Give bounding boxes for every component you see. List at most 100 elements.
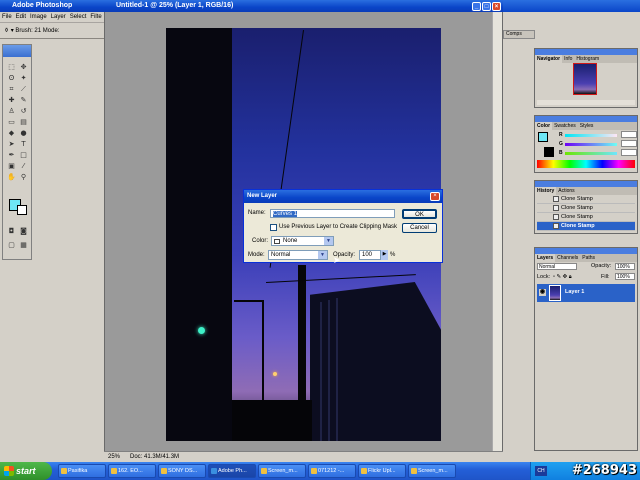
magic-wand-tool-icon[interactable]: ✦ bbox=[19, 74, 28, 83]
vertical-scrollbar[interactable] bbox=[492, 12, 502, 451]
path-selection-tool-icon[interactable]: ➤ bbox=[7, 140, 16, 149]
ok-button[interactable]: OK bbox=[402, 209, 437, 219]
screen-mode-icon[interactable]: ▢ bbox=[7, 241, 16, 250]
blend-mode-select[interactable]: Normal bbox=[537, 263, 577, 270]
lock-icons[interactable]: ▫ ✎ ✥ 🔒︎ bbox=[553, 274, 572, 281]
navigator-thumbnail[interactable] bbox=[573, 63, 597, 95]
slider-b[interactable]: B bbox=[559, 149, 637, 157]
document-title-bar[interactable]: Untitled-1 @ 25% (Layer 1, RGB/16) _ □ × bbox=[104, 0, 503, 12]
tab-paths[interactable]: Paths bbox=[580, 254, 597, 262]
tab-styles[interactable]: Styles bbox=[578, 122, 596, 130]
toolbox-header[interactable] bbox=[3, 45, 31, 57]
taskbar-item[interactable]: Flickr Upl... bbox=[358, 464, 406, 478]
menu-filter[interactable]: Filte bbox=[88, 12, 103, 23]
color-spectrum-bar[interactable] bbox=[537, 160, 635, 168]
menu-file[interactable]: File bbox=[0, 12, 14, 23]
dodge-tool-icon[interactable]: ● bbox=[19, 129, 28, 138]
tab-color[interactable]: Color bbox=[535, 122, 553, 130]
taskbar-item[interactable]: 162. EO... bbox=[108, 464, 156, 478]
tab-layers[interactable]: Layers bbox=[535, 254, 556, 262]
pen-tool-icon[interactable]: ✒ bbox=[7, 151, 16, 160]
slider-g[interactable]: G bbox=[559, 140, 637, 148]
menu-select[interactable]: Select bbox=[68, 12, 89, 23]
notes-tool-icon[interactable]: ▣ bbox=[7, 162, 16, 171]
eye-icon[interactable]: ◉ bbox=[539, 289, 546, 296]
taskbar-item[interactable]: Screen_m... bbox=[408, 464, 456, 478]
tab-channels[interactable]: Channels bbox=[555, 254, 580, 262]
taskbar-item[interactable]: 071212 -... bbox=[308, 464, 356, 478]
history-item[interactable]: Clone Stamp bbox=[537, 204, 635, 213]
slider-r-value[interactable] bbox=[621, 131, 637, 138]
color-panel-background-swatch[interactable] bbox=[544, 147, 554, 157]
slider-r-track[interactable] bbox=[565, 134, 617, 137]
slider-g-track[interactable] bbox=[565, 143, 617, 146]
eyedropper-tool-icon[interactable]: ⁄ bbox=[19, 162, 28, 171]
tab-navigator[interactable]: Navigator bbox=[535, 55, 563, 63]
mode-select[interactable]: Normal ▼ bbox=[268, 250, 328, 260]
taskbar-item-active[interactable]: Adobe Ph... bbox=[208, 464, 256, 478]
opacity-input[interactable]: 100 bbox=[359, 250, 381, 260]
healing-brush-tool-icon[interactable]: ✚ bbox=[7, 96, 16, 105]
menu-image[interactable]: Image bbox=[28, 12, 49, 23]
clone-stamp-tool-icon[interactable]: ⚱ ▾ bbox=[4, 28, 14, 34]
eraser-tool-icon[interactable]: ▭ bbox=[7, 118, 16, 127]
maximize-icon[interactable]: □ bbox=[482, 2, 491, 11]
quick-mask-icon[interactable]: ◘ bbox=[7, 227, 16, 236]
history-item[interactable]: Clone Stamp bbox=[537, 213, 635, 222]
taskbar-item[interactable]: Screen_m... bbox=[258, 464, 306, 478]
tab-info[interactable]: Info bbox=[562, 55, 574, 63]
background-color-swatch[interactable] bbox=[17, 205, 27, 215]
zoom-tool-icon[interactable]: ⚲ bbox=[19, 173, 28, 182]
blur-tool-icon[interactable]: ◆ bbox=[7, 129, 16, 138]
full-screen-mode-icon[interactable]: ▦ bbox=[19, 241, 28, 250]
minimize-icon[interactable]: _ bbox=[472, 2, 481, 11]
color-panel-foreground-swatch[interactable] bbox=[538, 132, 548, 142]
slice-tool-icon[interactable]: ⟋ bbox=[19, 85, 28, 94]
history-item[interactable]: Clone Stamp bbox=[537, 195, 635, 204]
tab-histogram[interactable]: Histogram bbox=[574, 55, 601, 63]
close-icon[interactable]: × bbox=[492, 2, 501, 11]
move-tool-icon[interactable]: ✥ bbox=[19, 63, 28, 72]
navigator-zoom-slider[interactable] bbox=[537, 100, 635, 105]
start-button[interactable]: start bbox=[0, 462, 52, 480]
standard-mode-icon[interactable]: ◙ bbox=[19, 227, 28, 236]
language-indicator[interactable]: CH bbox=[535, 466, 547, 476]
tab-history[interactable]: History bbox=[535, 187, 557, 195]
tab-actions[interactable]: Actions bbox=[556, 187, 576, 195]
fill-input[interactable]: 100% bbox=[615, 273, 635, 280]
tab-swatches[interactable]: Swatches bbox=[552, 122, 578, 130]
layers-opacity-input[interactable]: 100% bbox=[615, 263, 635, 270]
shape-tool-icon[interactable]: □ bbox=[19, 151, 28, 160]
brush-size[interactable]: 21 bbox=[34, 28, 41, 34]
hand-tool-icon[interactable]: ✋ bbox=[7, 173, 16, 182]
cancel-button[interactable]: Cancel bbox=[402, 223, 437, 233]
color-select[interactable]: None ▼ bbox=[271, 236, 334, 246]
menu-edit[interactable]: Edit bbox=[14, 12, 28, 23]
menu-layer[interactable]: Layer bbox=[49, 12, 68, 23]
layer-row-selected[interactable]: ◉ Layer 1 bbox=[537, 284, 635, 302]
marquee-tool-icon[interactable]: ⬚ bbox=[7, 63, 16, 72]
history-brush-icon[interactable]: ↺ bbox=[19, 107, 28, 116]
taskbar-item[interactable]: SONY DS... bbox=[158, 464, 206, 478]
brush-tool-icon[interactable]: ✎ bbox=[19, 96, 28, 105]
slider-r[interactable]: R bbox=[559, 131, 637, 139]
fill-label: Fill: bbox=[601, 274, 610, 280]
taskbar-item[interactable]: Pasifika bbox=[58, 464, 106, 478]
opacity-dropdown-icon[interactable]: ▶ bbox=[381, 250, 388, 260]
zoom-readout[interactable]: 25% bbox=[108, 452, 130, 462]
dialog-close-icon[interactable]: × bbox=[430, 192, 440, 201]
navigator-panel: Navigator Info Histogram bbox=[534, 48, 638, 108]
slider-b-value[interactable] bbox=[621, 149, 637, 156]
clipping-mask-checkbox[interactable] bbox=[270, 224, 277, 231]
crop-tool-icon[interactable]: ⌗ bbox=[7, 85, 16, 94]
clone-stamp-icon[interactable]: ♙ bbox=[7, 107, 16, 116]
slider-b-track[interactable] bbox=[565, 152, 617, 155]
layer-comps-tab[interactable]: Comps bbox=[503, 30, 535, 39]
slider-g-value[interactable] bbox=[621, 140, 637, 147]
lasso-tool-icon[interactable]: ʘ bbox=[7, 74, 16, 83]
history-item-selected[interactable]: Clone Stamp bbox=[537, 222, 635, 231]
gradient-tool-icon[interactable]: ▤ bbox=[19, 118, 28, 127]
dialog-title-bar[interactable]: New Layer bbox=[244, 190, 442, 203]
layer-name-input[interactable]: Curves 1 bbox=[270, 209, 395, 218]
type-tool-icon[interactable]: T bbox=[19, 140, 28, 149]
